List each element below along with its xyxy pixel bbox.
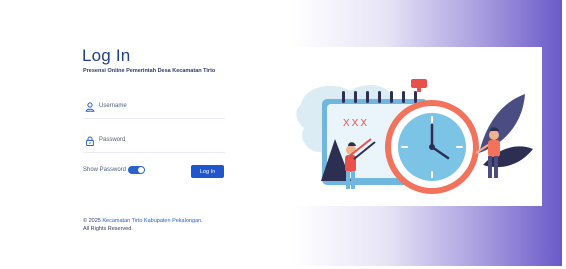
illustration-card: XXX <box>293 47 542 206</box>
password-field[interactable]: Password <box>83 132 225 153</box>
page-title: Log In <box>82 46 131 65</box>
lock-icon <box>86 136 94 146</box>
calendar-marks: XXX <box>343 118 369 129</box>
rights-text: All Rights Reserved. <box>83 226 133 232</box>
user-icon <box>85 102 95 112</box>
toggle-knob <box>138 167 144 173</box>
username-placeholder: Username <box>99 103 127 109</box>
page-subtitle: Presensi Online Pemerintah Desa Kecamata… <box>83 68 216 74</box>
clock-center <box>429 144 435 150</box>
show-password-label: Show Password <box>83 167 127 173</box>
footer: © 2025 Kecamatan Tirto Kabupaten Pekalon… <box>83 217 203 233</box>
timer-stem <box>417 87 421 92</box>
timer-button <box>411 79 427 88</box>
username-field[interactable]: Username <box>83 98 225 119</box>
organization-link[interactable]: Kecamatan Tirto Kabupaten Pekalongan. <box>102 218 202 224</box>
copyright-prefix: © 2025 <box>83 218 101 224</box>
show-password-toggle[interactable] <box>128 166 145 174</box>
login-panel: Log In Presensi Online Pemerintah Desa K… <box>2 0 292 266</box>
password-placeholder: Password <box>99 137 126 143</box>
time-management-illustration: XXX <box>296 79 533 194</box>
leaf-icon <box>479 94 525 153</box>
login-button[interactable]: Log In <box>191 165 224 178</box>
footer-line-1: © 2025 Kecamatan Tirto Kabupaten Pekalon… <box>83 217 203 225</box>
login-page: Log In Presensi Online Pemerintah Desa K… <box>0 0 566 269</box>
